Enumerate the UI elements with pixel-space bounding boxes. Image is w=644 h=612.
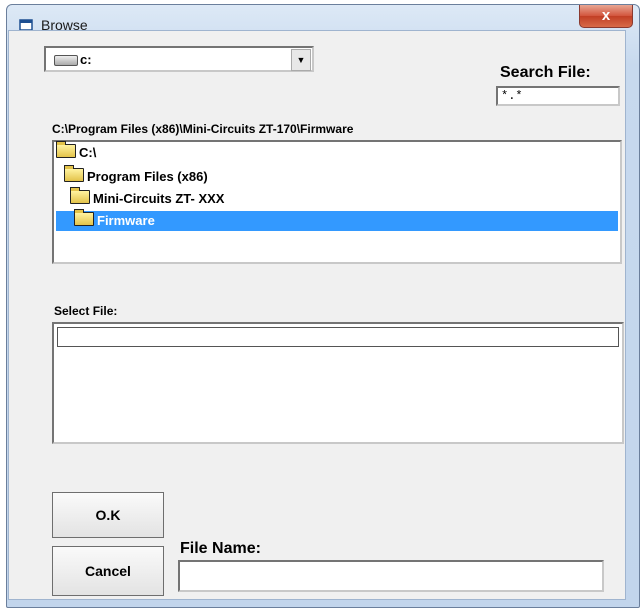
- drive-icon: [54, 55, 78, 66]
- drive-value: c:: [80, 52, 92, 67]
- current-path: C:\Program Files (x86)\Mini-Circuits ZT-…: [52, 122, 354, 136]
- directory-item-program-files[interactable]: Program Files (x86): [64, 165, 264, 187]
- folder-open-icon: [56, 141, 76, 158]
- folder-open-icon: [70, 187, 90, 204]
- chevron-down-icon[interactable]: ▼: [291, 49, 311, 71]
- drive-select[interactable]: c: ▼: [44, 46, 314, 72]
- directory-item-firmware[interactable]: Firmware: [56, 209, 618, 231]
- directory-label: Firmware: [97, 213, 155, 228]
- directory-item-mini-circuits[interactable]: Mini-Circuits ZT- XXX: [70, 187, 310, 209]
- select-file-label: Select File:: [54, 304, 118, 318]
- ok-button[interactable]: O.K: [52, 492, 164, 538]
- directory-label: C:\: [79, 145, 97, 160]
- directory-list[interactable]: C:\ Program Files (x86) Mini-Circuits ZT…: [52, 140, 622, 264]
- search-file-label: Search File:: [500, 64, 591, 81]
- directory-label: Program Files (x86): [87, 169, 208, 184]
- folder-open-icon: [74, 209, 94, 226]
- directory-item-root[interactable]: C:\: [56, 141, 116, 163]
- close-button[interactable]: x: [579, 5, 633, 28]
- folder-open-icon: [64, 165, 84, 182]
- file-name-input[interactable]: [178, 560, 604, 592]
- file-name-label: File Name:: [180, 540, 261, 557]
- file-list[interactable]: [52, 322, 624, 444]
- cancel-button[interactable]: Cancel: [52, 546, 164, 596]
- directory-label: Mini-Circuits ZT- XXX: [93, 191, 225, 206]
- search-file-input[interactable]: *.*: [496, 86, 620, 106]
- file-list-item[interactable]: [57, 327, 619, 347]
